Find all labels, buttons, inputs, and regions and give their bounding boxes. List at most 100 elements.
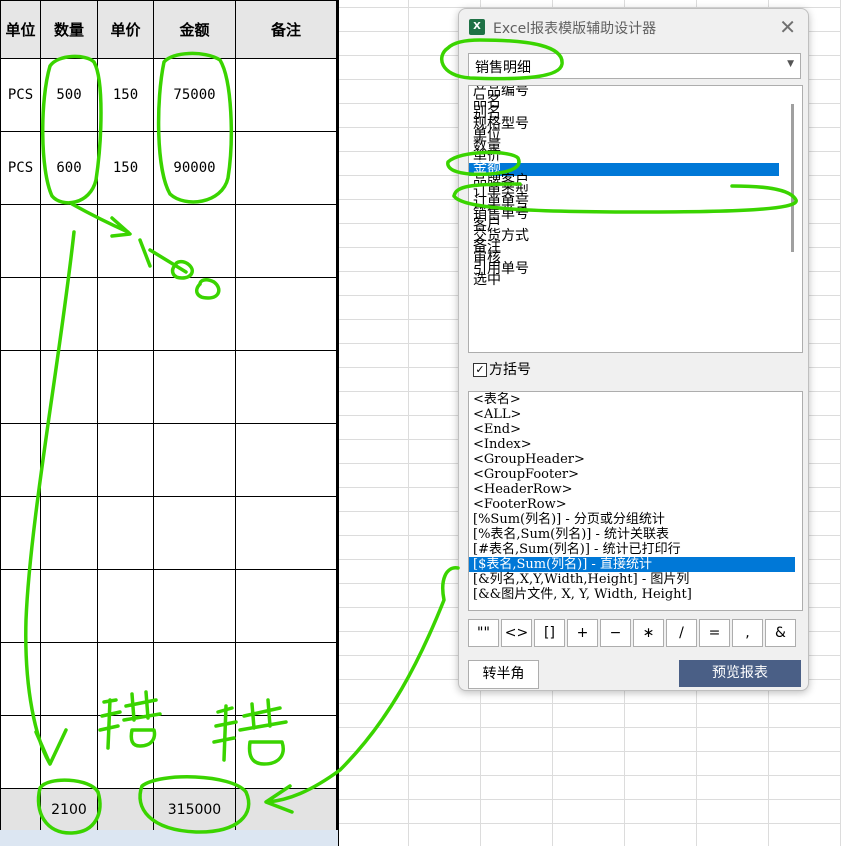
row0-cell-0[interactable]: PCS (0, 58, 41, 132)
tag-list-item[interactable]: <表名> (469, 392, 802, 407)
row8-cell-4[interactable] (235, 642, 337, 716)
field-list-item[interactable]: 产品编号 (469, 86, 779, 98)
row3-cell-3[interactable] (153, 277, 236, 351)
symbol-button[interactable]: [] (534, 619, 565, 647)
close-icon[interactable]: ✕ (779, 15, 796, 39)
chevron-down-icon[interactable]: ▼ (787, 59, 794, 69)
row1-cell-2[interactable]: 150 (97, 131, 154, 205)
field-list-item[interactable]: 规格型号 (469, 117, 779, 131)
half-width-button[interactable]: 转半角 (468, 660, 539, 689)
row5-cell-4[interactable] (235, 423, 337, 497)
symbol-button[interactable]: + (567, 619, 598, 647)
row4-cell-0[interactable] (0, 350, 41, 424)
row8-cell-1[interactable] (40, 642, 98, 716)
tag-list-item[interactable]: <End> (469, 422, 802, 437)
row5-cell-2[interactable] (97, 423, 154, 497)
row7-cell-2[interactable] (97, 569, 154, 643)
row6-cell-4[interactable] (235, 496, 337, 570)
row3-cell-2[interactable] (97, 277, 154, 351)
header-cell-1[interactable]: 数量 (40, 0, 98, 59)
row2-cell-4[interactable] (235, 204, 337, 278)
bracket-checkbox[interactable]: ✓ 方括号 (473, 359, 531, 379)
row9-cell-1[interactable] (40, 715, 98, 789)
symbol-button[interactable]: "" (468, 619, 499, 647)
row5-cell-0[interactable] (0, 423, 41, 497)
row6-cell-1[interactable] (40, 496, 98, 570)
total-cell-1[interactable]: 2100 (40, 788, 98, 832)
total-cell-0[interactable] (0, 788, 41, 832)
row7-cell-3[interactable] (153, 569, 236, 643)
row7-cell-0[interactable] (0, 569, 41, 643)
tag-list-item[interactable]: [&列名,X,Y,Width,Height] - 图片列 (469, 572, 802, 587)
header-cell-4[interactable]: 备注 (235, 0, 337, 59)
header-cell-2[interactable]: 单价 (97, 0, 154, 59)
table-select-dropdown[interactable]: 销售明细 ▼ (468, 53, 801, 79)
row6-cell-2[interactable] (97, 496, 154, 570)
row5-cell-1[interactable] (40, 423, 98, 497)
symbol-button[interactable]: ∗ (633, 619, 664, 647)
row6-cell-0[interactable] (0, 496, 41, 570)
field-list-scrollbar[interactable] (791, 104, 794, 252)
row8-cell-0[interactable] (0, 642, 41, 716)
row9-cell-3[interactable] (153, 715, 236, 789)
tag-list[interactable]: <表名> <ALL> <End> <Index> <GroupHeader> <Group… (468, 391, 803, 611)
row1-cell-4[interactable] (235, 131, 337, 205)
tag-list-item[interactable]: [#表名,Sum(列名)] - 统计已打印行 (469, 542, 802, 557)
row2-cell-1[interactable] (40, 204, 98, 278)
row8-cell-3[interactable] (153, 642, 236, 716)
field-list-item[interactable]: 交货方式 (469, 229, 779, 243)
row4-cell-4[interactable] (235, 350, 337, 424)
field-list-item[interactable]: 单价 (469, 150, 779, 164)
symbol-button[interactable]: / (666, 619, 697, 647)
row1-cell-1[interactable]: 600 (40, 131, 98, 205)
field-list[interactable]: 产品编号 品名 别名 规格型号 单位 数量 单价 金额 品牌客户 订单类型 订单单号 销售单号 客户 交货… (468, 85, 803, 353)
total-cell-3[interactable]: 315000 (153, 788, 236, 832)
row1-cell-3[interactable]: 90000 (153, 131, 236, 205)
row6-cell-3[interactable] (153, 496, 236, 570)
tag-list-item[interactable]: <GroupHeader> (469, 452, 802, 467)
row0-cell-1[interactable]: 500 (40, 58, 98, 132)
row2-cell-3[interactable] (153, 204, 236, 278)
row5-cell-3[interactable] (153, 423, 236, 497)
row8-cell-2[interactable] (97, 642, 154, 716)
symbol-button[interactable]: & (765, 619, 796, 647)
tag-list-item[interactable]: <HeaderRow> (469, 482, 802, 497)
field-list-item[interactable]: 销售单号 (469, 207, 779, 221)
row4-cell-3[interactable] (153, 350, 236, 424)
tag-list-item[interactable]: [&&图片文件, X, Y, Width, Height] (469, 587, 802, 602)
row4-cell-1[interactable] (40, 350, 98, 424)
symbol-button[interactable]: <> (501, 619, 532, 647)
checkbox-check-icon[interactable]: ✓ (473, 363, 487, 377)
row7-cell-1[interactable] (40, 569, 98, 643)
tag-list-item[interactable]: [$表名,Sum(列名)] - 直接统计 (469, 557, 795, 572)
symbol-button[interactable]: , (732, 619, 763, 647)
row9-cell-2[interactable] (97, 715, 154, 789)
tag-list-item[interactable]: <GroupFooter> (469, 467, 802, 482)
tag-list-item[interactable]: <FooterRow> (469, 497, 802, 512)
row3-cell-0[interactable] (0, 277, 41, 351)
row0-cell-3[interactable]: 75000 (153, 58, 236, 132)
preview-report-button[interactable]: 预览报表 (679, 660, 801, 687)
tag-list-item[interactable]: <Index> (469, 437, 802, 452)
row2-cell-0[interactable] (0, 204, 41, 278)
header-cell-0[interactable]: 单位 (0, 0, 41, 59)
row3-cell-4[interactable] (235, 277, 337, 351)
row9-cell-0[interactable] (0, 715, 41, 789)
header-cell-3[interactable]: 金额 (153, 0, 236, 59)
row0-cell-2[interactable]: 150 (97, 58, 154, 132)
field-list-item[interactable]: 引用单号 (469, 262, 779, 276)
total-cell-2[interactable] (97, 788, 154, 832)
row9-cell-4[interactable] (235, 715, 337, 789)
tag-list-item[interactable]: <ALL> (469, 407, 802, 422)
row3-cell-1[interactable] (40, 277, 98, 351)
symbol-button[interactable]: = (699, 619, 730, 647)
row7-cell-4[interactable] (235, 569, 337, 643)
field-list-item[interactable]: 数量 (469, 139, 779, 153)
tag-list-item[interactable]: [%表名,Sum(列名)] - 统计关联表 (469, 527, 802, 542)
row2-cell-2[interactable] (97, 204, 154, 278)
symbol-button[interactable]: − (600, 619, 631, 647)
row0-cell-4[interactable] (235, 58, 337, 132)
total-cell-4[interactable] (235, 788, 337, 832)
row1-cell-0[interactable]: PCS (0, 131, 41, 205)
row4-cell-2[interactable] (97, 350, 154, 424)
